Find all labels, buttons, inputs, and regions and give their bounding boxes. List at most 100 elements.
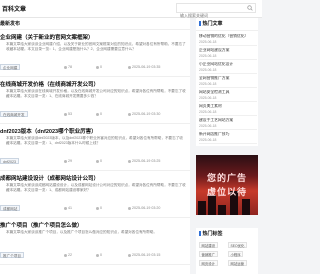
- view-count: 22: [64, 253, 72, 257]
- hot-article-item[interactable]: 新开网店推广技巧 2025-06-18: [199, 131, 257, 144]
- hot-tags-panel: 热门标签 网站建设 SEO优化 营销推广 小程序 网页设计 网站运营: [196, 228, 258, 274]
- hot-article-title[interactable]: 建设手工艺网站方案: [199, 118, 257, 123]
- hot-articles-panel: 热门文章 移动营销的优化（营销优化） 2025-06-18 企业网站建设方案 202…: [196, 18, 258, 146]
- hot-article-date: 2025-06-18: [199, 54, 217, 58]
- comment-icon: [96, 159, 99, 163]
- article-summary: 本篇文章给大家谈谈成都网站建设设计，以及成都网站设计公司对应的知识点，希望对各位…: [6, 183, 186, 192]
- site-title[interactable]: 百科文章: [2, 4, 26, 13]
- article-meta: 在线商城开发 53 0 2025-06-19 03:30: [0, 111, 190, 119]
- article-tag[interactable]: 推广个项目: [0, 252, 24, 258]
- section-title: 最新发布: [0, 21, 21, 27]
- hot-article-item[interactable]: 网站安全检测工具 2025-06-18: [199, 89, 257, 102]
- search-icon[interactable]: [247, 5, 253, 11]
- article-item[interactable]: 成都网站建设设计（成都网站设计公司） 本篇文章给大家谈谈成都网站建设设计，以及成…: [0, 172, 190, 218]
- article-title[interactable]: 企业网建（关于新业的官网文案框架）: [0, 33, 190, 41]
- article-title[interactable]: 推广个项目（推广个项目怎么做）: [0, 221, 190, 229]
- hot-article-title[interactable]: 全网营销推广方案: [199, 76, 257, 81]
- article-tag[interactable]: dnf2023: [0, 158, 19, 164]
- divider: [196, 30, 258, 31]
- tag-chip[interactable]: SEO优化: [228, 242, 247, 248]
- article-tag[interactable]: 在线商城开发: [0, 111, 28, 117]
- hot-article-date: 2025-06-18: [199, 82, 217, 86]
- eye-icon: [64, 253, 67, 257]
- article-title[interactable]: dnf2023版本（dnf2023哪个职业厉害）: [0, 127, 190, 135]
- hot-article-date: 2025-06-18: [199, 96, 217, 100]
- comment-count: 0: [96, 159, 102, 163]
- comment-count: 0: [96, 112, 102, 116]
- search-box: [176, 3, 256, 20]
- eye-icon: [64, 159, 67, 163]
- article-item[interactable]: 推广个项目（推广个项目怎么做） 本篇文章给大家谈谈推广个项目，以及推广个项目怎么…: [0, 219, 190, 265]
- article-meta: 企业网建 78 0 2025-06-19 03:35: [0, 64, 190, 72]
- heading-accent-bar: [199, 21, 201, 27]
- tag-chip[interactable]: 网站建设: [199, 242, 218, 248]
- comment-icon: [96, 65, 99, 69]
- comment-icon: [96, 206, 99, 210]
- hot-article-title[interactable]: 移动营销的优化（营销优化）: [199, 34, 257, 39]
- hot-article-item[interactable]: 移动营销的优化（营销优化） 2025-06-18: [199, 33, 257, 46]
- tag-chip[interactable]: 营销推广: [199, 251, 218, 257]
- ad-skyline: [242, 199, 250, 215]
- hot-article-title[interactable]: 企业网站建设方案: [199, 48, 257, 53]
- heading-accent-bar: [199, 231, 201, 237]
- view-count: 53: [64, 112, 72, 116]
- clock-icon: [128, 206, 131, 210]
- article-tag[interactable]: 企业网建: [0, 64, 21, 70]
- ad-skyline: [198, 201, 206, 215]
- article-meta: dnf2023 29 0 2025-06-19 03:25: [0, 158, 190, 166]
- article-item[interactable]: dnf2023版本（dnf2023哪个职业厉害） 本篇文章给大家谈谈dnf202…: [0, 125, 190, 171]
- ad-headline: 您的广告: [206, 174, 247, 184]
- hot-article-item[interactable]: 企业网站建设方案 2025-06-18: [199, 47, 257, 60]
- article-meta: 推广个项目 22 0 2025-06-19 03:15: [0, 252, 190, 260]
- hot-article-title[interactable]: 小企业网站优化设计: [199, 62, 257, 67]
- comment-icon: [96, 112, 99, 116]
- hot-article-item[interactable]: 建设手工艺网站方案 2025-06-18: [199, 117, 257, 130]
- publish-date: 2025-06-19 03:30: [128, 112, 160, 116]
- ad-skyline: [218, 205, 226, 215]
- comment-count: 0: [96, 206, 102, 210]
- ad-banner[interactable]: 您的广告 虚位以待: [196, 155, 258, 215]
- eye-icon: [64, 65, 67, 69]
- article-item[interactable]: 企业网建（关于新业的官网文案框架） 本篇文章给大家谈谈企业网建介绍，以及关于新业…: [0, 31, 190, 77]
- publish-date: 2025-06-19 03:35: [128, 65, 160, 69]
- divider: [0, 29, 190, 30]
- article-tag[interactable]: 成都网站: [0, 205, 21, 211]
- article-meta: 成都网站 41 0 2025-06-19 03:20: [0, 205, 190, 213]
- article-list-panel: 最新发布 企业网建（关于新业的官网文案框架） 本篇文章给大家谈谈企业网建介绍，以…: [0, 18, 190, 274]
- hot-article-item[interactable]: 小企业网站优化设计 2025-06-18: [199, 61, 257, 74]
- eye-icon: [64, 206, 67, 210]
- clock-icon: [128, 65, 131, 69]
- eye-icon: [64, 112, 67, 116]
- tag-chip[interactable]: 小程序: [228, 251, 244, 257]
- hot-article-title[interactable]: 新开网店推广技巧: [199, 132, 257, 137]
- view-count: 29: [64, 159, 72, 163]
- hot-article-title[interactable]: 网站安全检测工具: [199, 90, 257, 95]
- hot-article-item[interactable]: 全网营销推广方案 2025-06-18: [199, 75, 257, 88]
- comment-icon: [96, 253, 99, 257]
- ad-skyline: [208, 195, 216, 215]
- top-bar: 百科文章: [0, 0, 262, 20]
- ad-subline: 虚位以待: [206, 188, 247, 198]
- hot-article-date: 2025-06-18: [199, 124, 217, 128]
- comment-count: 0: [96, 65, 102, 69]
- tag-chip[interactable]: 网页设计: [199, 260, 218, 266]
- article-summary: 本篇文章给大家谈谈企业网建介绍，以及关于新业的官网文案框架对应的知识点，希望对各…: [6, 42, 186, 51]
- article-summary: 本篇文章给大家谈谈dnf2023版本，以及dnf2023哪个职业厉害对应的知识点…: [6, 136, 183, 145]
- comment-count: 0: [96, 253, 102, 257]
- hot-article-date: 2025-06-18: [199, 68, 217, 72]
- publish-date: 2025-06-19 03:15: [128, 253, 160, 257]
- hot-tags-heading: 热门标签: [199, 230, 223, 237]
- article-item[interactable]: 在线商城开发价格（在线商城开发公司） 本篇文章给大家谈谈在线商城开发价格，以及在…: [0, 78, 190, 124]
- hot-article-date: 2025-06-18: [199, 110, 217, 114]
- hot-article-item[interactable]: 网页美工素材 2025-06-18: [199, 103, 257, 116]
- clock-icon: [128, 159, 131, 163]
- clock-icon: [128, 112, 131, 116]
- article-title[interactable]: 成都网站建设设计（成都网站设计公司）: [0, 174, 190, 182]
- tag-chip[interactable]: 网站运营: [228, 260, 247, 266]
- view-count: 41: [64, 206, 72, 210]
- clock-icon: [128, 253, 131, 257]
- article-title[interactable]: 在线商城开发价格（在线商城开发公司）: [0, 80, 190, 88]
- hot-article-title[interactable]: 网页美工素材: [199, 104, 257, 109]
- view-count: 78: [64, 65, 72, 69]
- hot-article-date: 2025-06-18: [199, 138, 217, 142]
